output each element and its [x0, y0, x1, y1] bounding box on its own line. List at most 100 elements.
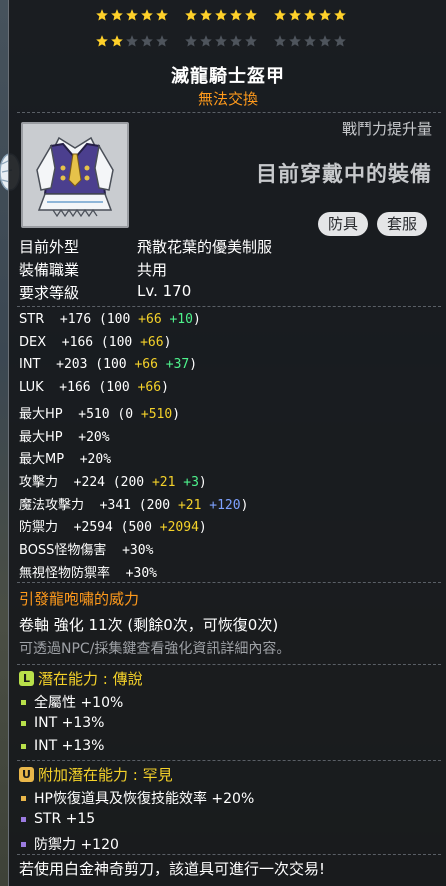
equipped-status: 目前穿戴中的裝備: [256, 162, 432, 186]
stat-name: 攻擊力: [19, 474, 59, 490]
bullet-icon: [21, 841, 26, 847]
stat-flame-bonus: +510: [140, 406, 173, 422]
star-empty-icon: [288, 34, 302, 48]
divider: [17, 306, 441, 307]
star-filled-icon: [95, 34, 109, 48]
stat-name: STR: [19, 312, 45, 327]
stat-close: ): [161, 380, 169, 396]
bonus-potential-text: STR +15: [34, 811, 96, 827]
bonus-potential-header: U 附加潛在能力 : 罕見: [19, 764, 173, 785]
stat-line: 最大HP +20%: [19, 426, 110, 445]
star-filled-icon: [214, 8, 228, 22]
item-tooltip: 滅龍騎士盔甲 無法交換 戰鬥力提升量 目前穿戴中的裝備 防具 套服 目前外型 飛…: [8, 0, 446, 886]
bonus-potential-line: STR +15: [21, 811, 95, 827]
stat-total: +203: [40, 357, 88, 373]
job-label: 裝備職業: [19, 261, 80, 279]
stat-line: DEX +166 (100 +66): [19, 335, 171, 350]
stat-name: DEX: [19, 334, 47, 350]
stat-base: (0: [109, 406, 141, 422]
bullet-icon: [21, 699, 26, 705]
level-value: Lv. 170: [137, 282, 192, 300]
divider: [17, 760, 441, 761]
star-empty-icon: [199, 34, 213, 48]
star-filled-icon: [110, 8, 124, 22]
stat-base: (100: [91, 312, 139, 327]
star-group: [95, 34, 169, 48]
stat-line: STR +176 (100 +66 +10): [19, 312, 201, 327]
star-filled-icon: [155, 8, 169, 22]
stat-base: (500: [112, 520, 160, 536]
stat-base: (200: [104, 474, 152, 490]
star-filled-icon: [318, 8, 332, 22]
stat-name: 防禦力: [19, 520, 59, 536]
star-empty-icon: [273, 34, 287, 48]
potential-line: INT +13%: [21, 738, 104, 754]
stat-scroll-bonus: +3: [175, 474, 199, 490]
bonus-potential-title: 附加潛在能力 : 罕見: [38, 766, 173, 784]
level-label: 要求等級: [19, 284, 80, 302]
flame-title: 引發龍咆嘯的威力: [19, 590, 140, 608]
star-group: [184, 34, 258, 48]
star-filled-icon: [273, 8, 287, 22]
star-empty-icon: [140, 34, 154, 48]
stat-close: ): [198, 474, 207, 490]
star-filled-icon: [229, 8, 243, 22]
power-increase-label: 戰鬥力提升量: [341, 120, 432, 138]
star-empty-icon: [244, 34, 258, 48]
star-force-row-2: [95, 34, 347, 48]
star-filled-icon: [184, 8, 198, 22]
stat-total: +176: [44, 312, 92, 327]
stat-total: +2594: [58, 520, 113, 536]
star-filled-icon: [125, 8, 139, 22]
divider: [17, 112, 441, 113]
bullet-icon: [21, 720, 26, 726]
stat-name: 最大MP: [19, 452, 65, 468]
stat-close: ): [240, 497, 249, 513]
stat-line: 防禦力 +2594 (500 +2094): [19, 516, 207, 535]
stat-base: (100: [87, 357, 135, 373]
uniform-outfit-icon: [23, 124, 127, 226]
star-empty-icon: [214, 34, 228, 48]
stat-line: 無視怪物防禦率 +30%: [19, 562, 157, 581]
star-filled-icon: [303, 8, 317, 22]
potential-line: INT +13%: [21, 715, 104, 731]
star-filled-icon: [199, 8, 213, 22]
divider: [17, 582, 441, 583]
stat-total: +20%: [64, 452, 112, 468]
stat-flame-bonus: +21: [177, 497, 202, 513]
star-empty-icon: [333, 34, 347, 48]
stat-scroll-bonus: +120: [201, 497, 241, 513]
stat-total: +30%: [110, 565, 157, 581]
stat-line: 魔法攻擊力 +341 (200 +21 +120): [19, 494, 248, 513]
bonus-potential-line: HP恢復道具及恢復技能效率 +20%: [21, 788, 254, 808]
stat-total: +166: [43, 380, 91, 396]
star-filled-icon: [333, 8, 347, 22]
stat-base: (200: [130, 497, 178, 513]
stat-line: 最大HP +510 (0 +510): [19, 403, 180, 422]
stat-line: 最大MP +20%: [19, 448, 111, 467]
stat-line: INT +203 (100 +66 +37): [19, 357, 197, 372]
stat-close: ): [192, 312, 201, 327]
star-group: [95, 8, 169, 22]
bonus-potential-text: HP恢復道具及恢復技能效率 +20%: [34, 791, 255, 807]
star-empty-icon: [155, 34, 169, 48]
stat-total: +20%: [62, 429, 110, 445]
star-filled-icon: [288, 8, 302, 22]
stat-name: 最大HP: [19, 429, 63, 445]
legendary-grade-badge: L: [19, 671, 34, 686]
potential-title: 潛在能力 : 傳說: [38, 670, 143, 688]
category-tag-overall: 套服: [377, 212, 428, 236]
stat-flame-bonus: +66: [134, 357, 158, 373]
stat-close: ): [163, 334, 172, 350]
stat-name: 最大HP: [19, 406, 63, 422]
star-empty-icon: [184, 34, 198, 48]
potential-text: 全屬性 +10%: [34, 695, 124, 711]
item-icon-frame: [21, 122, 129, 228]
stat-name: LUK: [19, 380, 44, 396]
stat-name: 無視怪物防禦率: [19, 565, 111, 581]
stat-name: INT: [19, 357, 41, 373]
bonus-potential-line: 防禦力 +120: [21, 834, 119, 854]
star-empty-icon: [318, 34, 332, 48]
upgrade-hint: 可透過NPC/採集鍵查看強化資訊詳細內容。: [19, 641, 291, 657]
category-tag-armor: 防具: [318, 212, 369, 236]
